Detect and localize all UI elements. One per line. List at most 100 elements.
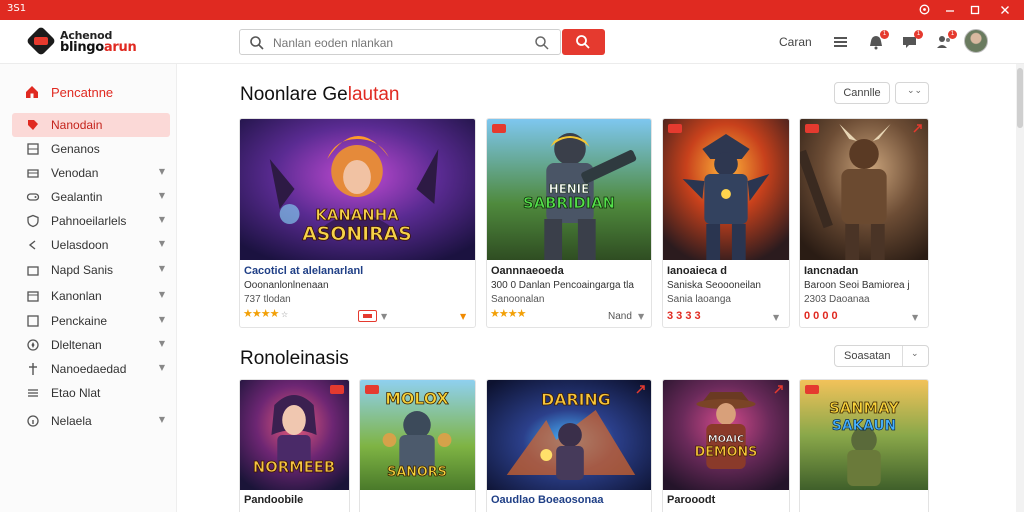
sidebar-item-8[interactable]: Penckaine ▼ xyxy=(12,309,170,333)
search-inline-icon[interactable] xyxy=(534,35,550,51)
sidebar-item-label: Etao Nlat xyxy=(51,386,101,400)
game-card-4-title: Iancnadan xyxy=(804,265,859,277)
avatar[interactable] xyxy=(964,29,988,53)
game-card-2-meta: Sanoonalan xyxy=(491,294,545,305)
game-card-7-title: Oaudlao Boeaosonaa xyxy=(491,494,604,506)
game-card-5[interactable]: NORMEEB Pandoobile xyxy=(239,379,350,512)
chat-badge: 1 xyxy=(914,30,923,39)
game-card-1-subtitle: Ooonanlonlnenaan xyxy=(244,280,329,291)
app-mark: 3S1 xyxy=(7,3,27,14)
badge-icon xyxy=(668,124,682,133)
game-card-1-meta: 737 tlodan xyxy=(244,294,291,305)
pin-icon[interactable] xyxy=(636,385,645,394)
maximize-icon[interactable] xyxy=(962,0,988,20)
game-card-5-art: NORMEEB xyxy=(240,380,349,490)
app-logo[interactable]: Achenod blingoarun xyxy=(25,25,148,57)
sort-dropdown-label: Soasatan xyxy=(844,350,891,362)
section-title-featured: Noonlare Gelautan xyxy=(240,84,400,106)
game-card-2[interactable]: HENIE SABRIDIAN Oannnaeoeda 300 0 Danlan… xyxy=(486,118,652,328)
sidebar-item-10[interactable]: Nanoedaedad ▼ xyxy=(12,357,170,381)
search-icon xyxy=(250,36,264,50)
card-1-art-title-1: KANANHA xyxy=(315,206,399,224)
main-scrollbar[interactable] xyxy=(1016,64,1024,512)
friends-icon[interactable]: 1 xyxy=(934,30,957,52)
pin-icon[interactable] xyxy=(774,385,783,394)
store-icon xyxy=(27,266,39,276)
sidebar-item-1[interactable]: Genanos xyxy=(12,137,170,161)
sidebar-item-label: Genanos xyxy=(51,142,100,156)
section2-sort-dropdown[interactable]: Soasatan ⌄ xyxy=(834,345,929,367)
game-card-8[interactable]: MOAIC DEMONS Parooodt xyxy=(662,379,790,512)
section1-filter-button[interactable]: Cannlle xyxy=(834,82,890,104)
logo-badge-mark xyxy=(34,37,48,45)
header-account-link[interactable]: Caran xyxy=(779,35,812,49)
minimize-icon[interactable] xyxy=(937,0,963,20)
sidebar-item-7[interactable]: Kanonlan ▼ xyxy=(12,284,170,308)
game-card-5-title: Pandoobile xyxy=(244,494,304,506)
game-card-2-subtitle: 300 0 Danlan Pencoaingarga tla xyxy=(491,280,634,291)
chevron-down-icon[interactable]: ▼ xyxy=(381,312,387,321)
dropdown-divider xyxy=(902,346,903,366)
game-card-3[interactable]: Ianoaieca d Saniska Seoooneilan Sania la… xyxy=(662,118,790,328)
sidebar-item-11[interactable]: Etao Nlat xyxy=(12,381,170,405)
settings-icon[interactable] xyxy=(911,0,937,20)
sidebar-item-label: Nanodain xyxy=(51,118,103,132)
game-card-1-title: Cacoticl at alelanarlanl xyxy=(244,265,364,277)
logo-text-line2-b: arun xyxy=(103,40,137,55)
sidebar-item-label: Uelasdoon xyxy=(51,238,109,252)
chat-icon[interactable]: 1 xyxy=(900,30,923,52)
sidebar-item-3[interactable]: Gealantin ▼ xyxy=(12,185,170,209)
sidebar-item-label: Napd Sanis xyxy=(51,263,114,277)
bell-icon[interactable]: 1 xyxy=(866,30,889,52)
add-to-cart-button[interactable] xyxy=(358,310,377,322)
game-card-3-art xyxy=(663,119,789,260)
sidebar-item-2[interactable]: Venodan ▼ xyxy=(12,161,170,185)
chevron-down-icon[interactable]: ▼ xyxy=(773,313,779,322)
badge-icon xyxy=(805,385,819,394)
chevron-down-icon[interactable]: ▼ xyxy=(460,312,466,321)
search-input[interactable]: Nanlan eoden nlankan xyxy=(239,29,561,55)
chevron-down-icon[interactable]: ▼ xyxy=(912,313,918,322)
scrollbar-thumb[interactable] xyxy=(1017,68,1023,128)
sidebar-item-label: Venodan xyxy=(51,166,99,180)
pin-icon[interactable] xyxy=(913,124,922,133)
sidebar-item-label: Kanonlan xyxy=(51,289,102,303)
game-card-2-rating: ★★★★ xyxy=(490,307,526,320)
close-icon[interactable] xyxy=(992,0,1018,20)
sidebar-item-9[interactable]: Dleltenan ▼ xyxy=(12,333,170,357)
game-card-4-subtitle: Baroon Seoi Bamiorea j xyxy=(804,280,910,291)
game-card-4[interactable]: Iancnadan Baroon Seoi Bamiorea j 2303 Da… xyxy=(799,118,929,328)
game-card-6[interactable]: MOLOX SANORS xyxy=(359,379,476,512)
search-button-icon xyxy=(576,35,590,49)
sidebar-item-label: Dleltenan xyxy=(51,338,102,352)
chevron-down-icon: ▼ xyxy=(158,339,165,348)
calendar-icon xyxy=(27,291,39,302)
game-card-1[interactable]: KANANHA ASONIRAS Cacoticl at alelanarlan… xyxy=(239,118,476,328)
tray-icon xyxy=(27,169,39,178)
search-button[interactable] xyxy=(562,29,605,55)
game-card-7-art: DARING xyxy=(487,380,651,490)
card-6-art-title-2: SANORS xyxy=(387,465,447,480)
sidebar-item-12[interactable]: Nelaela ▼ xyxy=(12,409,170,433)
menu-icon[interactable] xyxy=(831,32,851,52)
game-card-2-title: Oannnaeoeda xyxy=(491,265,564,277)
game-card-9[interactable]: SANMAY SAKAUN xyxy=(799,379,929,512)
sidebar-item-0[interactable]: Nanodain xyxy=(12,113,170,137)
card-6-art-title-1: MOLOX xyxy=(385,389,448,408)
badge-icon xyxy=(330,385,344,394)
tag-icon xyxy=(28,120,38,130)
card-8-art-title-2: DEMONS xyxy=(695,445,758,460)
friends-badge: 1 xyxy=(948,30,957,39)
section-title-part-a: Noonlare Ge xyxy=(240,84,348,105)
sidebar-home[interactable]: Pencatnne xyxy=(24,84,113,102)
sidebar-item-4[interactable]: Pahnoeilarlels ▼ xyxy=(12,209,170,233)
card-7-art-title: DARING xyxy=(541,390,611,409)
sidebar-item-5[interactable]: Uelasdoon ▼ xyxy=(12,233,170,257)
chevron-left-icon xyxy=(28,240,36,250)
chevron-down-icon[interactable]: ▼ xyxy=(638,312,644,321)
sidebar-item-6[interactable]: Napd Sanis ▼ xyxy=(12,258,170,282)
game-card-1-rating: ★★★★ ☆ xyxy=(243,307,288,320)
game-card-1-art: KANANHA ASONIRAS xyxy=(240,119,475,260)
section1-dropdown-button[interactable]: ⌄⌄ xyxy=(895,82,929,104)
game-card-7[interactable]: DARING Oaudlao Boeaosonaa xyxy=(486,379,652,512)
